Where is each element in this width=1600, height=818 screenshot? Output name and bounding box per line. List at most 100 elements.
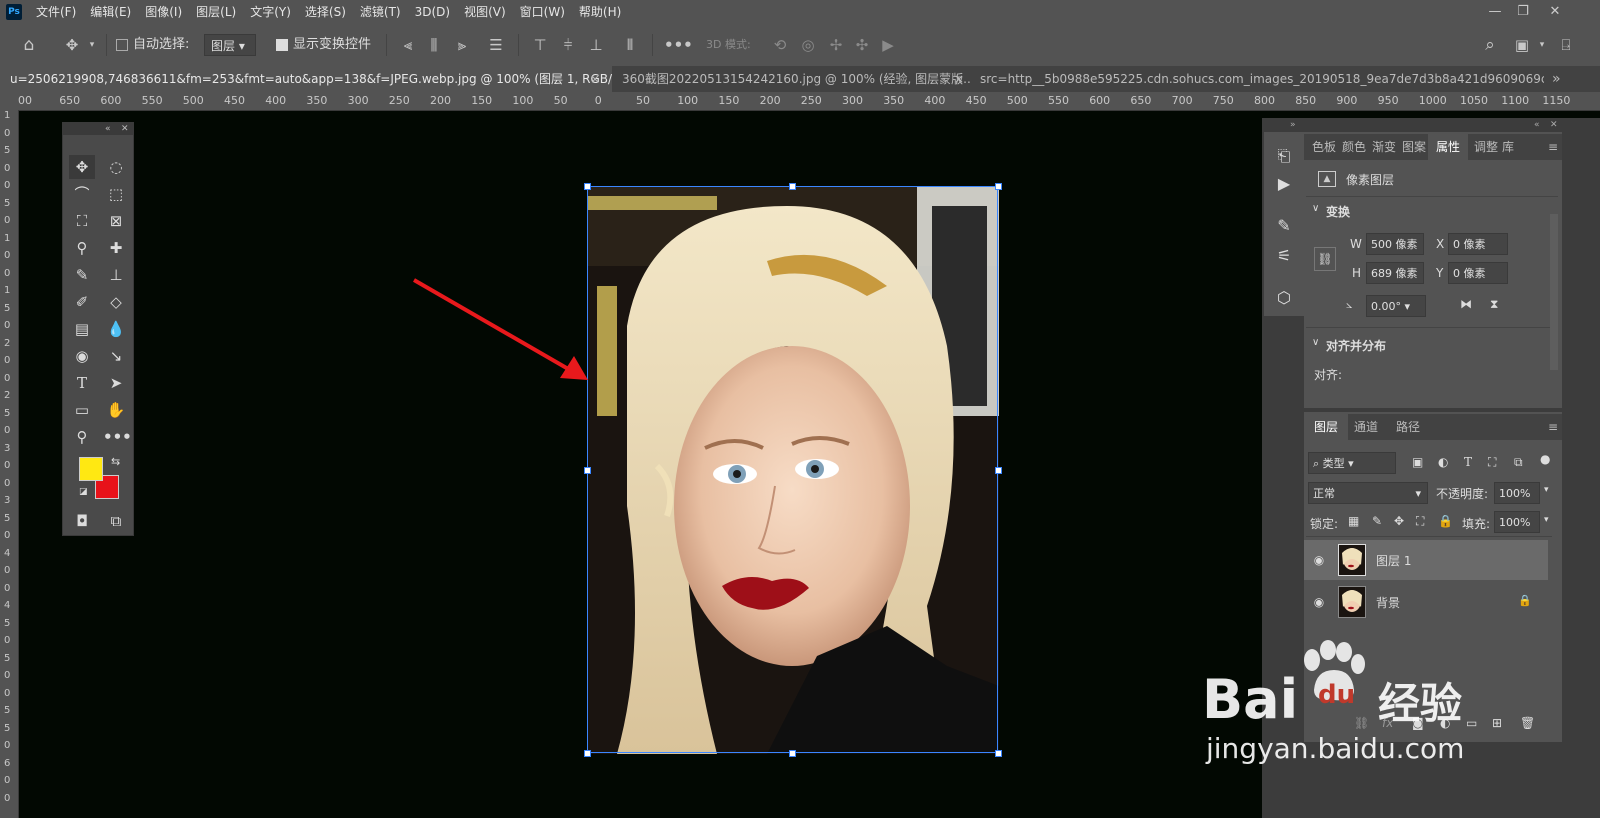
foreground-color-swatch[interactable] <box>79 457 103 481</box>
tabs-overflow-icon[interactable]: » <box>1552 66 1561 92</box>
layers-panel-menu-icon[interactable]: ≡ <box>1548 414 1558 440</box>
screen-mode-icon[interactable]: ⧉ <box>103 509 129 533</box>
horizontal-ruler[interactable]: 00 650 600 550 500 450 400 350 300 250 200 150 100 50… <box>18 92 1600 111</box>
3d-roll-icon[interactable]: ◎ <box>796 24 820 66</box>
history-brush-tool-icon[interactable]: ✐ <box>69 290 95 314</box>
transform-handle-top-left[interactable] <box>584 183 591 190</box>
x-field[interactable]: 0 像素 <box>1448 233 1508 255</box>
menu-item[interactable]: 滤镜(T) <box>360 0 401 24</box>
opacity-chevron-icon[interactable]: ▾ <box>1544 485 1549 495</box>
delete-layer-icon[interactable]: 🗑 <box>1520 716 1535 730</box>
chevron-down-icon[interactable]: ▾ <box>86 24 98 66</box>
filter-shape-icon[interactable]: ⛶ <box>1488 455 1496 470</box>
object-select-tool-icon[interactable]: ⬚ <box>103 182 129 206</box>
tab-paths[interactable]: 路径 <box>1396 414 1420 440</box>
search-icon[interactable]: ⌕ <box>1478 24 1502 66</box>
3d-pan-icon[interactable]: ✢ <box>824 24 848 66</box>
dodge-tool-icon[interactable]: ◉ <box>69 344 95 368</box>
hand-tool-icon[interactable]: ✋ <box>103 398 129 422</box>
3d-orbit-icon[interactable]: ⟲ <box>768 24 792 66</box>
marquee-tool-icon[interactable]: ◌ <box>103 155 129 179</box>
show-transform-checkbox[interactable]: 显示变换控件 <box>276 24 371 66</box>
menu-item[interactable]: 选择(S) <box>305 0 346 24</box>
transform-bounding-box[interactable] <box>587 186 998 753</box>
brush-tool-icon[interactable]: ✎ <box>69 263 95 287</box>
transform-handle-left[interactable] <box>584 467 591 474</box>
tab-adjustments[interactable]: 调整 <box>1474 134 1498 160</box>
align-top-icon[interactable]: ⊤ <box>530 24 550 66</box>
layer-row[interactable]: ◉ 图层 1 <box>1304 540 1548 580</box>
blur-tool-icon[interactable]: 💧 <box>103 317 129 341</box>
align-vcenter-icon[interactable]: ⫩ <box>558 24 578 66</box>
menu-item[interactable]: 文件(F) <box>36 0 76 24</box>
visibility-eye-icon[interactable]: ◉ <box>1312 595 1326 609</box>
lock-position-icon[interactable]: ✥ <box>1394 514 1404 528</box>
menu-item[interactable]: 帮助(H) <box>579 0 621 24</box>
menu-item[interactable]: 图像(I) <box>145 0 182 24</box>
filter-adjustment-icon[interactable]: ◐ <box>1438 455 1448 469</box>
tools-panel-header[interactable]: «✕ <box>63 123 133 135</box>
more-options-icon[interactable]: ••• <box>664 24 693 66</box>
menu-item[interactable]: 视图(V) <box>464 0 506 24</box>
transform-handle-right[interactable] <box>995 467 1002 474</box>
tab-layers[interactable]: 图层 <box>1304 414 1349 440</box>
flip-vertical-icon[interactable]: ⧗ <box>1490 297 1498 312</box>
restore-icon[interactable]: ❐ <box>1512 2 1534 22</box>
opacity-field[interactable]: 100% <box>1494 482 1540 504</box>
rectangle-tool-icon[interactable]: ▭ <box>69 398 95 422</box>
tab-document-1[interactable]: u=2506219908,746836611&fm=253&fmt=auto&a… <box>0 66 612 92</box>
flip-horizontal-icon[interactable]: ⧓ <box>1460 297 1472 311</box>
workspace-icon[interactable]: ▣ <box>1510 24 1534 66</box>
3d-slide-icon[interactable]: ✣ <box>850 24 874 66</box>
panel-menu-icon[interactable]: ≡ <box>1548 134 1558 160</box>
tab-close-icon[interactable]: × <box>954 66 964 92</box>
3d-cube-icon[interactable]: ⬡ <box>1264 284 1304 312</box>
auto-select-checkbox[interactable]: 自动选择: <box>116 24 189 66</box>
tab-properties[interactable]: 属性 <box>1428 134 1469 160</box>
quick-mask-icon[interactable]: ◘ <box>69 509 95 533</box>
menu-item[interactable]: 编辑(E) <box>90 0 131 24</box>
workspace-chevron-icon[interactable]: ▾ <box>1536 24 1548 66</box>
healing-tool-icon[interactable]: ✚ <box>103 236 129 260</box>
filter-type-icon[interactable]: T <box>1464 455 1472 469</box>
adjustments-sliders-icon[interactable]: ⚟ <box>1264 242 1304 270</box>
zoom-tool-icon[interactable]: ⚲ <box>69 425 95 449</box>
fill-field[interactable]: 100% <box>1494 511 1540 533</box>
crop-tool-icon[interactable]: ⛶ <box>69 209 95 233</box>
lock-image-icon[interactable]: ✎ <box>1372 514 1382 528</box>
properties-scrollbar[interactable] <box>1550 214 1558 370</box>
filter-smart-object-icon[interactable]: ⧉ <box>1514 455 1523 470</box>
link-icon[interactable]: ⛓ <box>1314 247 1336 271</box>
close-window-icon[interactable]: ✕ <box>1544 2 1566 22</box>
angle-field[interactable]: 0.00° ▾ <box>1366 295 1426 317</box>
menu-item[interactable]: 窗口(W) <box>520 0 565 24</box>
history-icon[interactable]: ⎗ <box>1264 142 1304 170</box>
filter-toggle-icon[interactable]: ● <box>1540 452 1550 466</box>
tab-channels[interactable]: 通道 <box>1354 414 1378 440</box>
menu-item[interactable]: 图层(L) <box>196 0 236 24</box>
distribute-icon[interactable]: ☰ <box>486 24 506 66</box>
height-field[interactable]: 689 像素 <box>1366 262 1424 284</box>
share-icon[interactable]: ⍈ <box>1554 24 1578 66</box>
transform-handle-top[interactable] <box>789 183 796 190</box>
lock-all-icon[interactable]: 🔒 <box>1438 514 1453 528</box>
filter-pixel-icon[interactable]: ▣ <box>1412 455 1423 469</box>
actions-play-icon[interactable]: ▶ <box>1264 170 1304 198</box>
home-icon[interactable]: ⌂ <box>16 24 42 66</box>
chevron-down-icon[interactable]: ∨ <box>1312 337 1319 348</box>
auto-select-dropdown[interactable]: 图层 ▾ <box>204 34 256 56</box>
blend-mode-dropdown[interactable]: 正常 ▾ <box>1308 482 1428 504</box>
type-tool-icon[interactable]: T <box>69 371 95 395</box>
align-right-icon[interactable]: ⫸ <box>452 24 472 66</box>
tab-pattern[interactable]: 图案 <box>1402 134 1426 160</box>
transform-handle-bottom[interactable] <box>789 750 796 757</box>
y-field[interactable]: 0 像素 <box>1448 262 1508 284</box>
transform-handle-top-right[interactable] <box>995 183 1002 190</box>
eyedropper-tool-icon[interactable]: ⚲ <box>69 236 95 260</box>
gradient-tool-icon[interactable]: ▤ <box>69 317 95 341</box>
lasso-tool-icon[interactable]: ⌒ <box>69 182 95 206</box>
tab-swatches[interactable]: 色板 <box>1312 134 1336 160</box>
dock-header[interactable]: » «✕ <box>1264 120 1564 130</box>
minimize-icon[interactable]: — <box>1484 2 1506 22</box>
vertical-ruler[interactable]: 1050050100150200250300350400450500550600 <box>0 110 19 818</box>
